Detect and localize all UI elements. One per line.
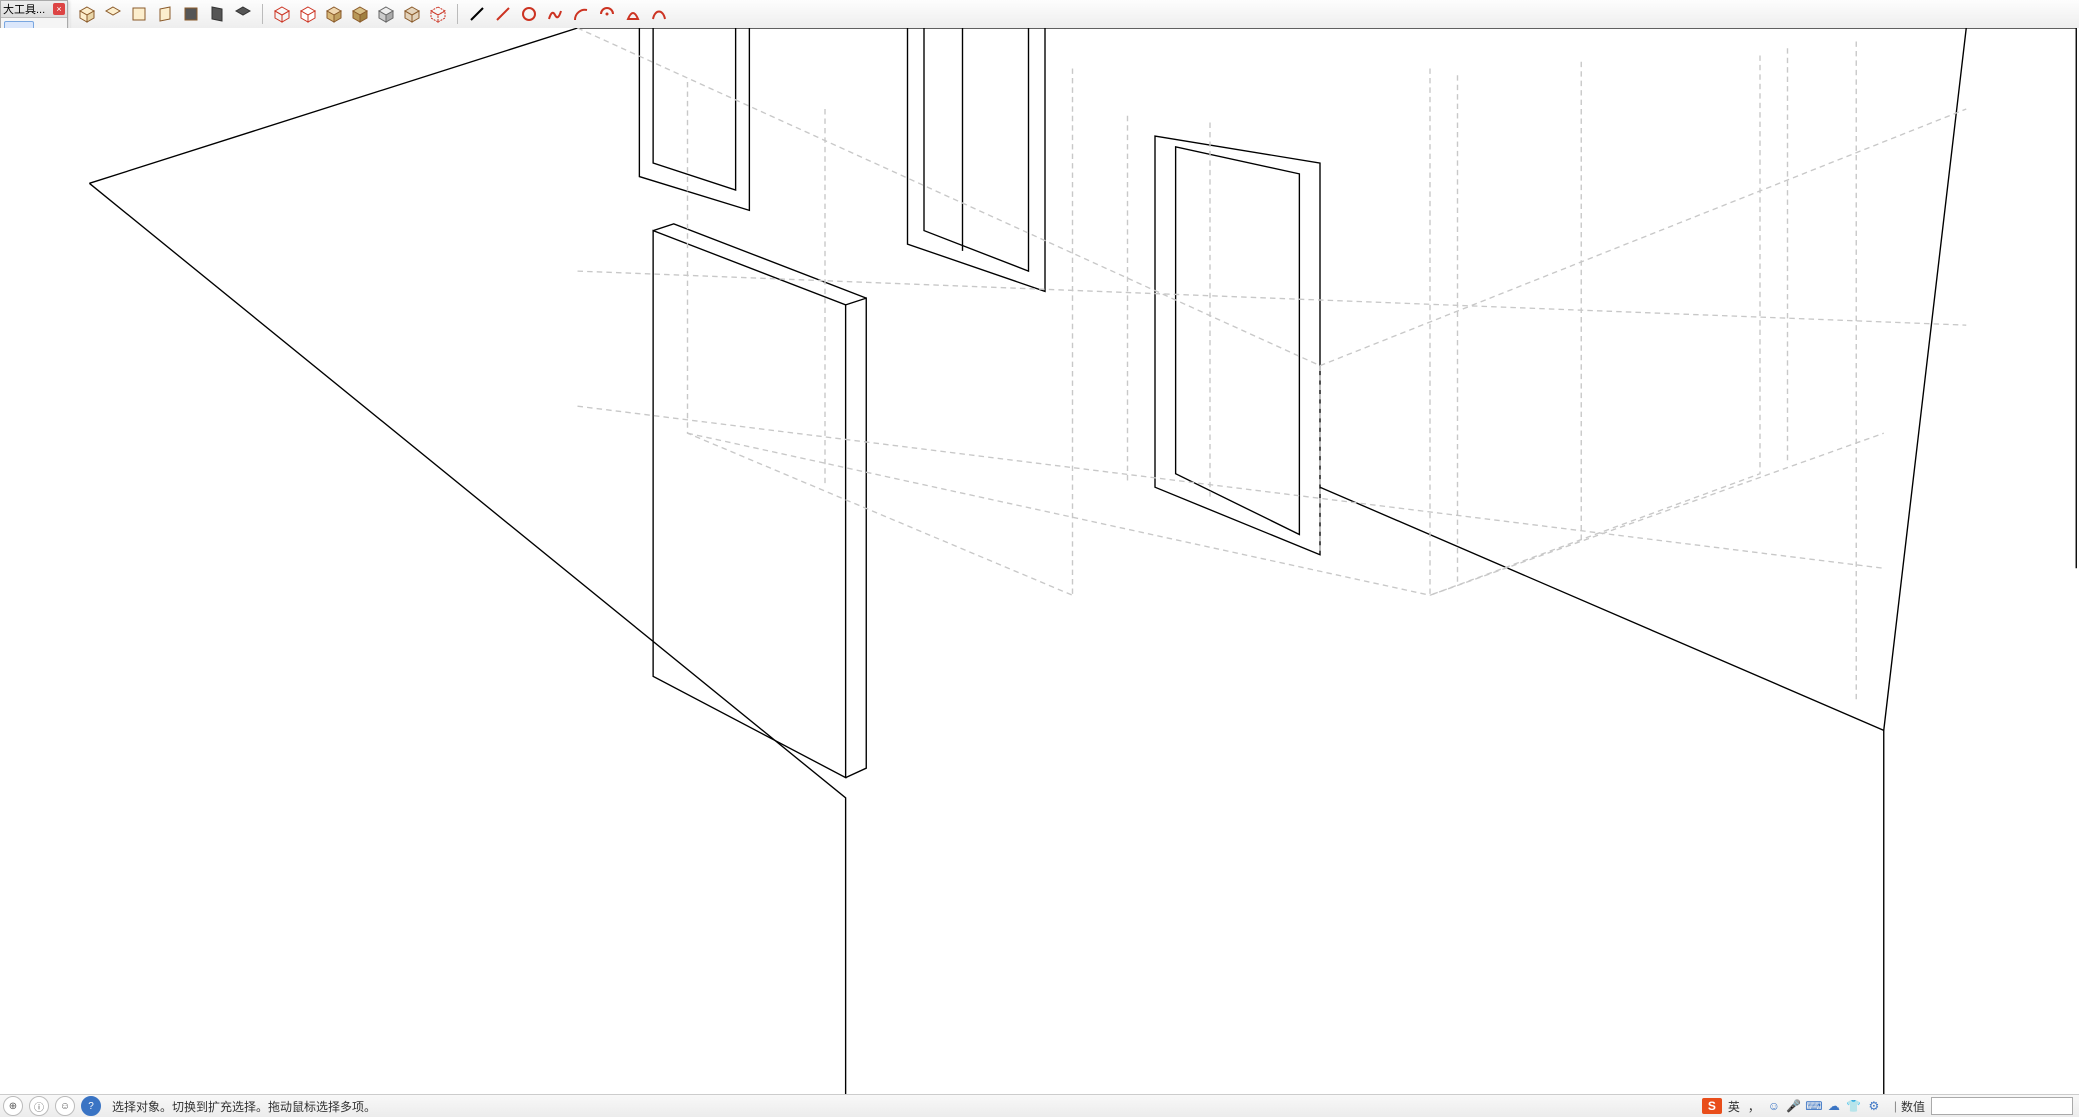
edge-pencil-icon[interactable]	[492, 3, 514, 25]
help-geo-icon[interactable]: ⊕	[3, 1096, 23, 1116]
value-label: 数值	[1901, 1098, 1925, 1115]
status-divider: |	[1894, 1099, 1897, 1113]
model-viewport[interactable]	[0, 28, 2079, 1095]
palette-titlebar[interactable]: 大工具... ×	[1, 1, 67, 18]
view-right-icon[interactable]	[154, 3, 176, 25]
ime-lang[interactable]: 英	[1726, 1098, 1742, 1114]
edge-arc3-icon[interactable]	[622, 3, 644, 25]
view-iso-icon[interactable]	[76, 3, 98, 25]
ime-mic-icon[interactable]: 🎤	[1786, 1098, 1802, 1114]
ime-bar: S 英 ， ☺ 🎤 ⌨ ☁ 👕 ⚙	[1702, 1098, 1882, 1114]
measurements-input[interactable]	[1931, 1097, 2073, 1115]
status-bar: ⊕ ⓘ ☺ ? 选择对象。切换到扩充选择。拖动鼠标选择多项。 S 英 ， ☺ 🎤…	[0, 1094, 2079, 1117]
style-wireframe-icon[interactable]	[271, 3, 293, 25]
view-front-icon[interactable]	[128, 3, 150, 25]
ime-cloud-icon[interactable]: ☁	[1826, 1098, 1842, 1114]
style-shaded-tex-icon[interactable]	[349, 3, 371, 25]
edge-arc1-icon[interactable]	[570, 3, 592, 25]
palette-title: 大工具...	[3, 1, 45, 17]
help-info-icon[interactable]: ⓘ	[29, 1096, 49, 1116]
toolbar-separator	[262, 4, 263, 24]
view-top-icon[interactable]	[102, 3, 124, 25]
style-xray-icon[interactable]	[401, 3, 423, 25]
style-back-edge-icon[interactable]	[427, 3, 449, 25]
ime-logo-icon[interactable]: S	[1702, 1098, 1722, 1114]
edge-bezier-icon[interactable]	[648, 3, 670, 25]
top-toolbar	[70, 0, 2079, 29]
help-person-icon[interactable]: ☺	[55, 1096, 75, 1116]
style-hidden-icon[interactable]	[297, 3, 319, 25]
ime-punct[interactable]: ，	[1746, 1098, 1762, 1114]
ime-keyboard-icon[interactable]: ⌨	[1806, 1098, 1822, 1114]
edge-freehand-icon[interactable]	[544, 3, 566, 25]
edge-line-icon[interactable]	[466, 3, 488, 25]
style-mono-icon[interactable]	[375, 3, 397, 25]
view-back-icon[interactable]	[180, 3, 202, 25]
ime-shirt-icon[interactable]: 👕	[1846, 1098, 1862, 1114]
view-left-icon[interactable]	[206, 3, 228, 25]
palette-close-icon[interactable]: ×	[53, 3, 65, 15]
style-shaded-icon[interactable]	[323, 3, 345, 25]
edge-arc2-icon[interactable]	[596, 3, 618, 25]
ime-emoji-icon[interactable]: ☺	[1766, 1098, 1782, 1114]
ime-settings-icon[interactable]: ⚙	[1866, 1098, 1882, 1114]
edge-circle-icon[interactable]	[518, 3, 540, 25]
toolbar-separator	[457, 4, 458, 24]
view-bottom-icon[interactable]	[232, 3, 254, 25]
status-message: 选择对象。切换到扩充选择。拖动鼠标选择多项。	[112, 1098, 376, 1115]
help-question-icon[interactable]: ?	[81, 1096, 101, 1116]
